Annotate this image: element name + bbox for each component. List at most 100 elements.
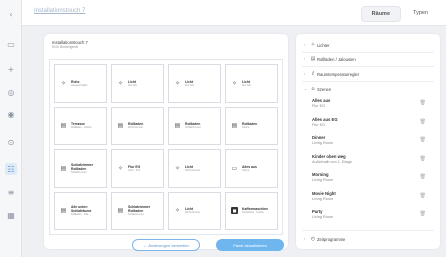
update-panel-button[interactable]: Panel aktualisieren bbox=[216, 239, 284, 251]
tile-text: Rollladen Küche bbox=[242, 122, 257, 130]
category-label: Szenen bbox=[317, 86, 332, 92]
scene-icon: ⌂ bbox=[311, 86, 315, 92]
scene-item[interactable]: Dinner Living Room 🗑 bbox=[312, 135, 432, 151]
settings-icon[interactable]: ◎ bbox=[5, 86, 17, 98]
grid-icon[interactable]: ▦ bbox=[5, 209, 17, 221]
panel-tile[interactable]: ✧ Licht Wohnzimmer bbox=[168, 191, 221, 230]
target-icon[interactable]: ⊙ bbox=[5, 136, 17, 148]
tile-subtitle: Ausgeschaltet bbox=[71, 83, 88, 87]
trash-icon[interactable]: 🗑 bbox=[420, 174, 426, 180]
plus-icon[interactable]: + bbox=[5, 63, 17, 75]
tile-grid: ✧ Ruhe Ausgeschaltet ✧ Licht Flur EG ✧ Licht Flu… bbox=[49, 59, 283, 235]
tile-text: Rollladen Schlafzimmer bbox=[185, 122, 201, 130]
panel-tile[interactable]: ■ Kaffeemaschine Steckdose · Küche bbox=[225, 191, 278, 230]
tab-types[interactable]: Typen bbox=[403, 6, 438, 22]
blind-icon: ▤ bbox=[174, 122, 181, 130]
thermostat-icon: ℓ bbox=[311, 71, 315, 77]
panel-tile[interactable]: ▭ Alles aus Szene bbox=[225, 149, 278, 188]
device-subtitle: KNX Bediengerät bbox=[52, 45, 79, 49]
panel-tile[interactable]: ▤ Schlafzimmer Rollladen Schlafzimmer bbox=[54, 149, 107, 188]
tile-subtitle: Schlafzimmer bbox=[128, 213, 144, 216]
tile-text: Licht Wohnzimmer bbox=[185, 165, 200, 173]
tile-subtitle: Licht · Flur bbox=[128, 168, 141, 172]
bulb-icon: ✧ bbox=[310, 42, 316, 48]
back-icon[interactable]: ‹ bbox=[5, 8, 17, 20]
app-root: ‹ ▭ + ◎ ◉ ⊙ ☷ ≡ ▦ Installationstouch 7 R… bbox=[0, 0, 446, 257]
tile-text: Rollladen Wohnzimmer bbox=[128, 122, 143, 130]
category-thermostats[interactable]: › ℓ Raumtemperaturregler bbox=[304, 69, 359, 79]
dark-icon: ■ bbox=[231, 207, 238, 215]
category-time-programs[interactable]: › ◴ Zeitprogramme bbox=[304, 234, 345, 244]
scene-item[interactable]: Alles aus EG Flur EG 🗑 bbox=[312, 117, 432, 133]
tab-rooms[interactable]: Räume bbox=[360, 6, 402, 22]
bulb-icon: ✧ bbox=[174, 79, 181, 87]
list-icon[interactable]: ≡ bbox=[5, 186, 17, 198]
category-label: Raumtemperaturregler bbox=[317, 71, 360, 77]
tile-title: Schlafzimmer Rollladen bbox=[71, 162, 94, 171]
tile-subtitle: Flur EG bbox=[242, 83, 251, 87]
scene-item[interactable]: Kinder oben weg Außerhalb von 1. Etage 🗑 bbox=[312, 154, 432, 170]
tile-subtitle: Rollladen · Alle bbox=[71, 213, 89, 216]
image-icon[interactable]: ▭ bbox=[5, 38, 17, 50]
scene-room: Living Room bbox=[312, 178, 334, 182]
scene-room: Living Room bbox=[312, 141, 334, 145]
trash-icon[interactable]: 🗑 bbox=[420, 211, 426, 217]
bulb-icon: ✧ bbox=[60, 79, 67, 87]
function-library: › ✧ Lichter › ▤ Rollläden / Jalousien › … bbox=[296, 34, 440, 249]
blind-icon: ▤ bbox=[60, 164, 67, 172]
trash-icon[interactable]: 🗑 bbox=[420, 137, 426, 143]
top-bar: Installationstouch 7 Räume Typen bbox=[22, 0, 446, 26]
tile-text: Alle unten Schlafräume Rollladen · Alle bbox=[71, 205, 106, 217]
panel-tile[interactable]: ▤ Rollladen Küche bbox=[225, 106, 278, 145]
breadcrumb-title[interactable]: Installationstouch 7 bbox=[34, 8, 85, 14]
tile-subtitle: Rollladen · Küche bbox=[71, 126, 92, 129]
blind-icon: ▤ bbox=[117, 122, 124, 130]
panel-tile[interactable]: ✧ Licht Flur EG bbox=[225, 64, 278, 103]
tile-text: Schlafzimmer Rollladen Schlafzimmer bbox=[128, 205, 163, 217]
tile-text: Licht Flur EG bbox=[128, 80, 137, 88]
tile-subtitle: Flur EG bbox=[128, 83, 137, 87]
panel-tile[interactable]: ▤ Alle unten Schlafräume Rollladen · Alle bbox=[54, 191, 107, 230]
scene-item[interactable]: Party Living Room 🗑 bbox=[312, 209, 432, 225]
panel-tile[interactable]: ✧ Ruhe Ausgeschaltet bbox=[54, 64, 107, 103]
scene-room: Living Room bbox=[312, 215, 334, 219]
scene-room: Flur EG bbox=[312, 122, 326, 127]
trash-icon[interactable]: 🗑 bbox=[420, 193, 426, 199]
scene-room: Living Room bbox=[312, 196, 334, 201]
scene-item[interactable]: Alles aus Flur EG 🗑 bbox=[312, 98, 432, 114]
divider bbox=[302, 230, 434, 231]
panel-tile[interactable]: ▤ Rollladen Wohnzimmer bbox=[111, 106, 164, 145]
panel-tile[interactable]: ▤ Rollladen Schlafzimmer bbox=[168, 106, 221, 145]
panel-tile[interactable]: ✧ Licht Wohnzimmer bbox=[168, 149, 221, 188]
scene-item[interactable]: Morning Living Room 🗑 bbox=[312, 172, 432, 188]
trash-icon[interactable]: 🗑 bbox=[420, 119, 426, 125]
trash-icon[interactable]: 🗑 bbox=[420, 156, 426, 162]
category-label: Zeitprogramme bbox=[317, 236, 346, 242]
blind-icon: ▤ bbox=[60, 207, 67, 215]
tile-subtitle: Szene bbox=[242, 168, 250, 172]
scene-item[interactable]: Movie Night Living Room 🗑 bbox=[312, 191, 432, 207]
category-scenes[interactable]: ⌄ ⌂ Szenen bbox=[304, 84, 331, 94]
scene-room: Außerhalb von 1. Etage bbox=[312, 159, 352, 164]
panel-editor: Installationstouch 7 KNX Bediengerät ✧ Ru… bbox=[44, 34, 288, 251]
left-rail: ‹ ▭ + ◎ ◉ ⊙ ☷ ≡ ▦ bbox=[0, 0, 22, 257]
panel-tile[interactable]: ✧ Licht Flur EG bbox=[111, 64, 164, 103]
tile-text: Licht Wohnzimmer bbox=[185, 207, 200, 215]
action-bar: ← Änderungen verwerfen Panel aktualisier… bbox=[44, 239, 288, 253]
bulb-icon: ✧ bbox=[117, 79, 124, 87]
record-icon[interactable]: ◉ bbox=[5, 108, 17, 120]
panel-tile[interactable]: ▤ Schlafzimmer Rollladen Schlafzimmer bbox=[111, 191, 164, 230]
panel-tile[interactable]: ▤ Terrasse Rollladen · Küche bbox=[54, 106, 107, 145]
category-lights[interactable]: › ✧ Lichter bbox=[304, 40, 330, 50]
discard-changes-button[interactable]: ← Änderungen verwerfen bbox=[132, 239, 200, 251]
tile-text: Licht Flur EG bbox=[242, 80, 251, 88]
trash-icon[interactable]: 🗑 bbox=[420, 100, 426, 106]
panel-tile[interactable]: ✧ Flur EG Licht · Flur bbox=[111, 149, 164, 188]
tile-subtitle: Wohnzimmer bbox=[185, 211, 201, 214]
category-blinds[interactable]: › ▤ Rollläden / Jalousien bbox=[304, 54, 356, 64]
panel-tile[interactable]: ✧ Licht Flur EG bbox=[168, 64, 221, 103]
bulb-icon: ✧ bbox=[231, 79, 238, 87]
tile-title: Schlafzimmer Rollladen bbox=[128, 205, 151, 213]
tile-text: Schlafzimmer Rollladen Schlafzimmer bbox=[71, 163, 106, 175]
panel-icon[interactable]: ☷ bbox=[5, 163, 17, 175]
